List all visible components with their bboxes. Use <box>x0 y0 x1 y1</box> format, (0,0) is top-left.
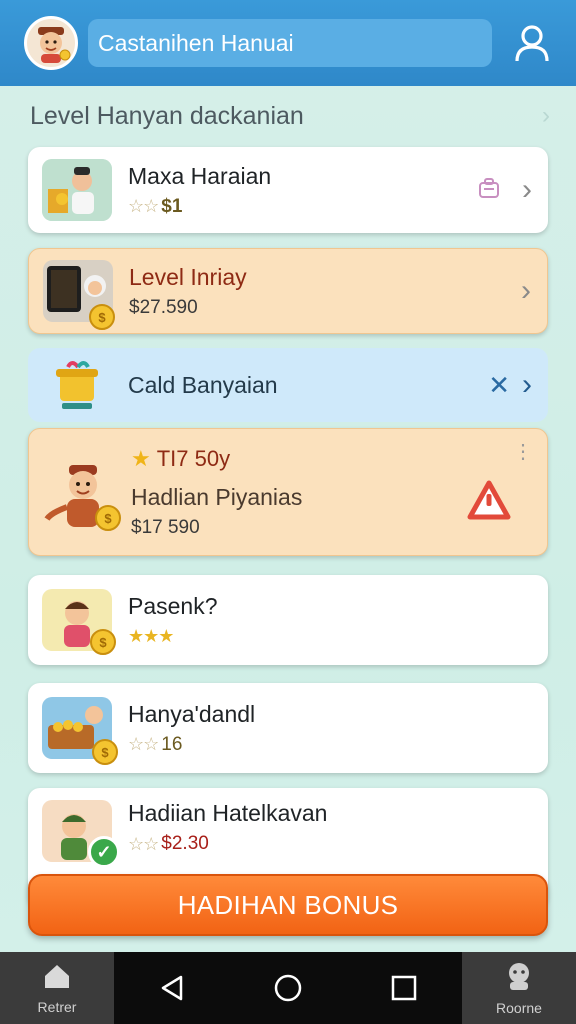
more-options-icon[interactable]: ⋮ <box>513 442 533 462</box>
item-title: Maxa Haraian <box>128 162 272 189</box>
section-title: Level Hanyan dackanian <box>30 101 304 130</box>
item-title: Cald Banyaian <box>128 371 278 398</box>
coin-icon: $ <box>89 304 115 330</box>
search-input[interactable] <box>88 19 492 67</box>
home-icon <box>42 962 72 995</box>
list-item[interactable]: $ Hanya'dandl ☆☆ 16 <box>28 683 548 773</box>
list-item-featured[interactable]: $ ★ TI7 50y Hadlian Piyanias $17 590 ⋮ <box>28 428 548 556</box>
warning-icon[interactable] <box>467 480 511 525</box>
profile-face-icon <box>504 961 534 996</box>
item-badge: TI7 50y <box>156 445 231 471</box>
item-title: Hadlian Piyanias <box>131 483 303 510</box>
item-title: Pasenk? <box>128 593 218 619</box>
coin-icon: $ <box>95 505 121 531</box>
item-value: $27.590 <box>129 296 198 318</box>
bottom-navigation: Retrer Roorne <box>0 952 576 1024</box>
item-value: $1 <box>161 195 183 217</box>
chevron-right-icon[interactable]: › <box>521 276 531 306</box>
nav-profile-label: Roorne <box>496 999 542 1016</box>
rating-stars: ★★★ <box>128 626 174 646</box>
item-thumbnail: $ <box>43 447 123 537</box>
item-value: 16 <box>161 733 183 755</box>
check-badge-icon: ✓ <box>88 836 120 868</box>
nav-home-label: Retrer <box>37 998 77 1015</box>
chevron-right-icon[interactable]: › <box>542 102 550 130</box>
list-item[interactable]: Cald Banyaian ✕ › <box>28 348 548 422</box>
system-back-button[interactable] <box>142 958 202 1018</box>
item-thumbnail: $ <box>43 260 115 330</box>
item-title: Level Inriay <box>129 263 247 290</box>
item-thumbnail: $ <box>42 589 116 655</box>
bonus-button[interactable]: HADIHAN BONUS <box>28 874 548 936</box>
boy-avatar-icon[interactable] <box>24 16 78 70</box>
list-item[interactable]: Maxa Haraian ☆☆ $1 › <box>28 147 548 233</box>
coin-icon: $ <box>90 629 116 655</box>
rating-stars: ☆☆ <box>128 196 159 216</box>
list-item[interactable]: $ Pasenk? ★★★ <box>28 575 548 665</box>
item-value: $2.30 <box>161 833 209 854</box>
chevron-right-icon[interactable]: › <box>522 175 532 205</box>
item-thumbnail <box>42 357 112 413</box>
item-thumbnail: $ <box>42 697 118 765</box>
system-home-button[interactable] <box>258 958 318 1018</box>
item-thumbnail: ✓ <box>42 800 120 868</box>
bag-icon[interactable] <box>478 177 500 204</box>
system-recents-button[interactable] <box>374 958 434 1018</box>
nav-profile[interactable]: Roorne <box>462 952 576 1024</box>
user-icon[interactable] <box>510 19 554 67</box>
rating-stars: ☆☆ <box>128 734 159 754</box>
chevron-right-icon[interactable]: › <box>522 370 532 400</box>
star-icon: ★ <box>131 445 151 471</box>
close-icon[interactable]: ✕ <box>488 370 510 401</box>
item-title: Hadiian Hatelkavan <box>128 800 328 826</box>
item-title: Hanya'dandl <box>128 700 256 727</box>
rating-stars: ☆☆ <box>128 833 159 854</box>
section-header: Level Hanyan dackanian › <box>30 98 550 134</box>
item-value: $17 590 <box>131 516 200 538</box>
top-app-bar <box>0 0 576 86</box>
nav-home[interactable]: Retrer <box>0 952 114 1024</box>
list-item[interactable]: $ Level Inriay $27.590 › <box>28 248 548 334</box>
item-thumbnail <box>42 159 112 221</box>
coin-icon: $ <box>92 739 118 765</box>
